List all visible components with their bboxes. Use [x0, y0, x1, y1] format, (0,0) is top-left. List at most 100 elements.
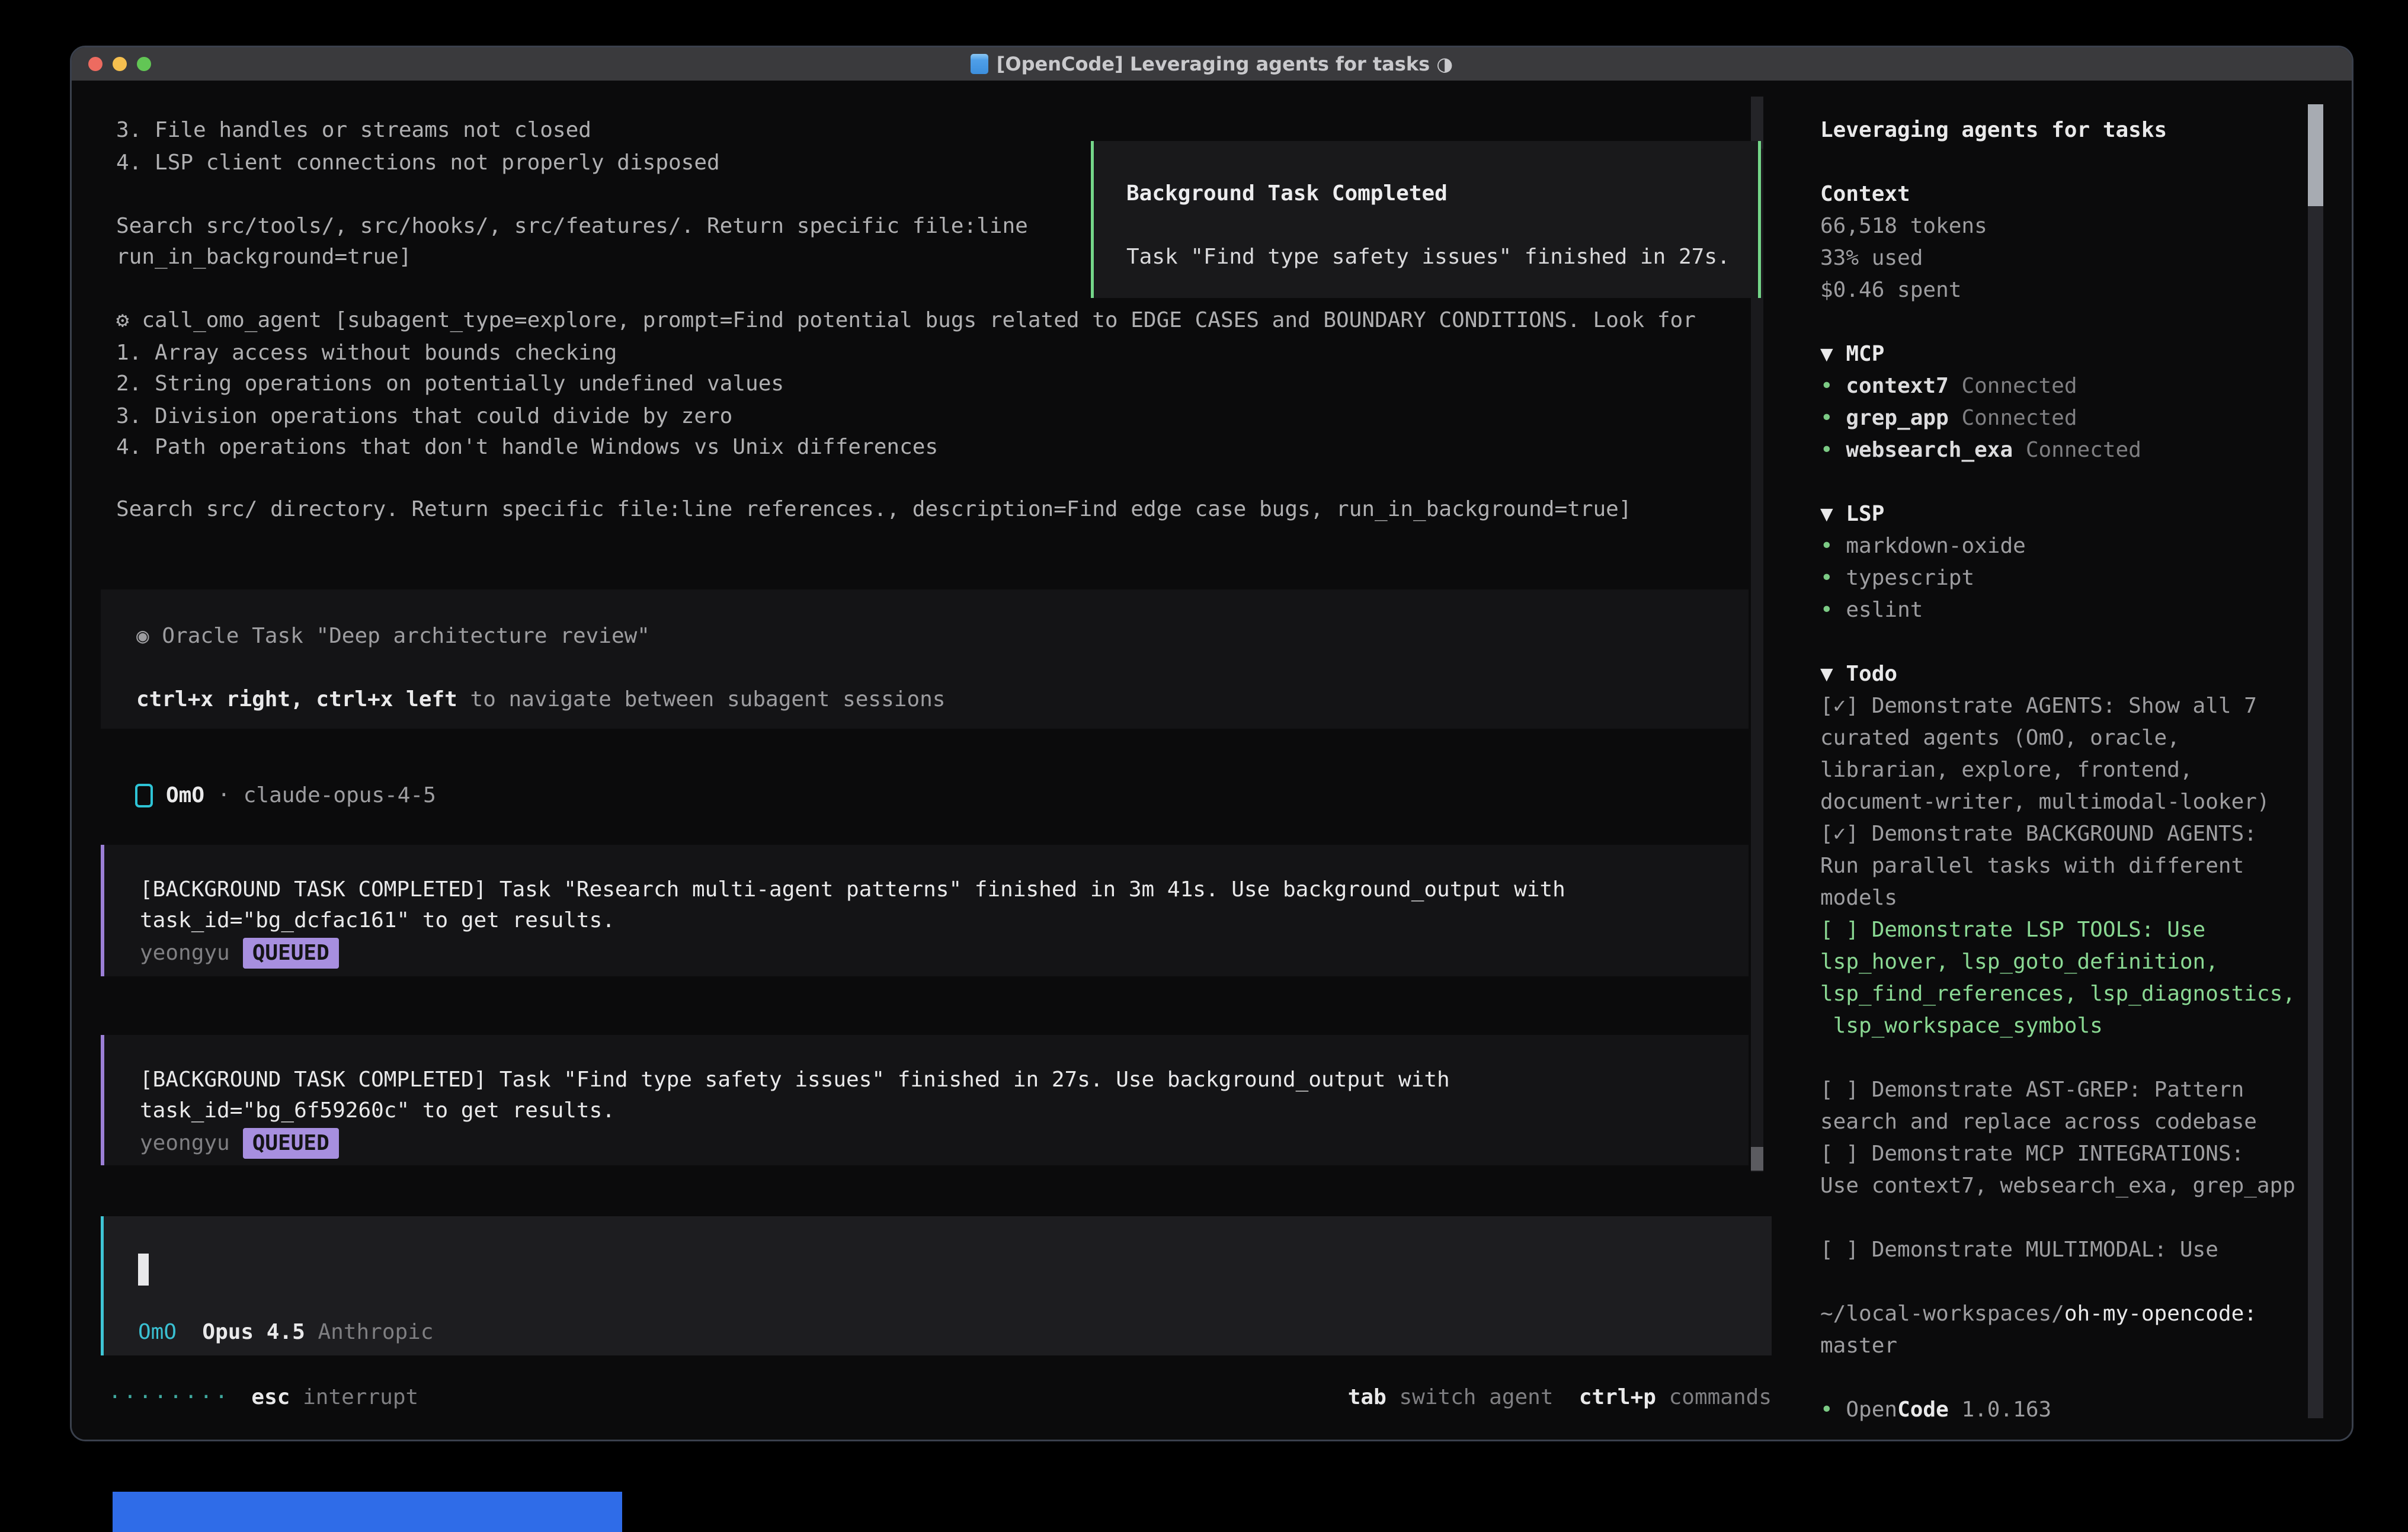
- tool-call-item: 3. Division operations that could divide…: [116, 400, 732, 432]
- opencode-window: [OpenCode] Leveraging agents for tasks ◑…: [70, 46, 2353, 1441]
- todo-line: librarian, explore, frontend,: [1820, 754, 2318, 786]
- lsp-item: • eslint: [1820, 594, 2318, 626]
- task-line: [BACKGROUND TASK COMPLETED] Task "Resear…: [140, 874, 1565, 906]
- lsp-item: • markdown-oxide: [1820, 530, 2318, 562]
- context-used: 33% used: [1820, 242, 2318, 274]
- record-icon: ◉: [136, 624, 149, 648]
- log-line: 4. LSP client connections not properly d…: [116, 147, 720, 179]
- title-bar[interactable]: [OpenCode] Leveraging agents for tasks ◑: [72, 47, 2352, 81]
- context-heading: Context: [1820, 178, 2318, 210]
- agent-checkbox-icon: [135, 784, 153, 807]
- input-model-name: Opus 4.5: [202, 1320, 305, 1344]
- tool-call-item: 1. Array access without bounds checking: [116, 337, 617, 369]
- status-badge: QUEUED: [243, 938, 339, 969]
- todo-line: Run parallel tasks with different: [1820, 850, 2318, 882]
- mcp-item: • grep_app Connected: [1820, 402, 2318, 434]
- notification-body: Task "Find type safety issues" finished …: [1126, 241, 1730, 273]
- chat-log-pane: 3. File handles or streams not closed 4.…: [72, 81, 1772, 1440]
- status-dot-icon: •: [1820, 534, 1833, 558]
- status-dot-icon: •: [1820, 438, 1833, 462]
- task-line: [BACKGROUND TASK COMPLETED] Task "Find t…: [140, 1064, 1450, 1096]
- terminal-content: 3. File handles or streams not closed 4.…: [72, 81, 2352, 1440]
- todo-line: [ ] Demonstrate MCP INTEGRATIONS:: [1820, 1138, 2318, 1170]
- tool-call-tail: Search src/ directory. Return specific f…: [116, 493, 1632, 525]
- todo-line-active: lsp_workspace_symbols: [1820, 1010, 2318, 1042]
- app-name-bold: Code: [1897, 1398, 1949, 1422]
- todo-line: document-writer, multimodal-looker): [1820, 786, 2318, 818]
- folder-icon: [971, 54, 988, 74]
- agent-name: OmO: [166, 780, 204, 812]
- tab-key: tab: [1348, 1382, 1386, 1414]
- log-line: Search src/tools/, src/hooks/, src/featu…: [116, 210, 1028, 242]
- close-button[interactable]: [88, 57, 103, 71]
- scrollbar-thumb[interactable]: [1751, 1147, 1763, 1171]
- status-dot-icon: •: [1820, 1398, 1833, 1422]
- app-version: 1.0.163: [1949, 1398, 2051, 1422]
- tool-call-line: ⚙ call_omo_agent [subagent_type=explore,…: [116, 305, 1696, 336]
- todo-line: [ ] Demonstrate AST-GREP: Pattern: [1820, 1074, 2318, 1106]
- context-spent: $0.46 spent: [1820, 274, 2318, 306]
- agent-header: OmO · claude-opus-4-5: [135, 780, 436, 812]
- text-cursor: [138, 1254, 149, 1286]
- todo-line: models: [1820, 882, 2318, 914]
- chevron-down-icon: ▼: [1820, 342, 1833, 366]
- mcp-section-header[interactable]: ▼ MCP: [1820, 338, 2318, 370]
- tab-label: switch agent: [1386, 1382, 1554, 1414]
- context-tokens: 66,518 tokens: [1820, 210, 2318, 242]
- task-line: task_id="bg_dcfac161" to get results.: [140, 905, 615, 937]
- todo-section-header[interactable]: ▼ Todo: [1820, 658, 2318, 690]
- minimize-button[interactable]: [113, 57, 127, 71]
- status-dot-icon: •: [1820, 406, 1833, 430]
- input-model-row: OmO Opus 4.5 Anthropic: [138, 1316, 434, 1348]
- esc-key: esc: [251, 1382, 290, 1414]
- lsp-section-header[interactable]: ▼ LSP: [1820, 498, 2318, 530]
- agent-model: claude-opus-4-5: [244, 780, 436, 812]
- window-title: [OpenCode] Leveraging agents for tasks ◑: [997, 53, 1453, 75]
- todo-line-active: lsp_hover, lsp_goto_definition,: [1820, 946, 2318, 978]
- log-line: 3. File handles or streams not closed: [116, 114, 591, 146]
- tool-call-item: 2. String operations on potentially unde…: [116, 368, 784, 400]
- session-sidebar: Leveraging agents for tasks Context 66,5…: [1820, 81, 2318, 1426]
- todo-line: [✓] Demonstrate BACKGROUND AGENTS:: [1820, 818, 2318, 850]
- oracle-task-label: ◉ Oracle Task "Deep architecture review": [136, 620, 650, 652]
- oracle-shortcut-hint: ctrl+x right, ctrl+x left to navigate be…: [136, 684, 945, 716]
- todo-line-active: [ ] Demonstrate LSP TOOLS: Use: [1820, 914, 2318, 946]
- dock-strip: [113, 1492, 622, 1532]
- ctrlp-key: ctrl+p: [1554, 1382, 1656, 1414]
- todo-line: search and replace across codebase: [1820, 1106, 2318, 1138]
- notification-title: Background Task Completed: [1126, 178, 1448, 210]
- status-badge: QUEUED: [243, 1128, 339, 1159]
- input-agent-name: OmO: [138, 1320, 177, 1344]
- task-block: [BACKGROUND TASK COMPLETED] Task "Find t…: [101, 1035, 1749, 1165]
- shortcut-hint-text: to navigate between subagent sessions: [457, 687, 946, 711]
- spinner-dots-icon: ········: [108, 1382, 230, 1414]
- separator-dot: ·: [217, 780, 230, 812]
- task-line: task_id="bg_6f59260c" to get results.: [140, 1095, 615, 1127]
- todo-line-active: lsp_find_references, lsp_diagnostics,: [1820, 978, 2318, 1010]
- zoom-button[interactable]: [137, 57, 151, 71]
- sidebar-scrollbar-thumb[interactable]: [2308, 104, 2323, 206]
- version-row: • OpenCode 1.0.163: [1820, 1394, 2318, 1426]
- shortcut-keys: ctrl+x right, ctrl+x left: [136, 687, 457, 711]
- task-meta: yeongyu QUEUED: [140, 1127, 339, 1159]
- task-block: [BACKGROUND TASK COMPLETED] Task "Resear…: [101, 845, 1749, 976]
- todo-line: [✓] Demonstrate AGENTS: Show all 7: [1820, 690, 2318, 722]
- workspace-repo: oh-my-opencode:: [2064, 1302, 2257, 1326]
- task-meta: yeongyu QUEUED: [140, 937, 339, 969]
- task-author: yeongyu: [140, 1131, 230, 1155]
- workspace-path: ~/local-workspaces/oh-my-opencode:: [1820, 1298, 2318, 1330]
- app-name-prefix: Open: [1846, 1398, 1897, 1422]
- log-line: run_in_background=true]: [116, 241, 412, 273]
- traffic-lights: [88, 57, 151, 71]
- sidebar-scrollbar[interactable]: [2308, 104, 2323, 1418]
- esc-label: interrupt: [290, 1382, 418, 1414]
- todo-line: curated agents (OmO, oracle,: [1820, 722, 2318, 754]
- chevron-down-icon: ▼: [1820, 662, 1833, 686]
- tool-call-item: 4. Path operations that don't handle Win…: [116, 431, 938, 463]
- gear-icon: ⚙: [116, 308, 129, 332]
- input-provider: Anthropic: [318, 1320, 433, 1344]
- todo-line: [ ] Demonstrate MULTIMODAL: Use: [1820, 1234, 2318, 1266]
- mcp-item: • context7 Connected: [1820, 370, 2318, 402]
- task-author: yeongyu: [140, 941, 230, 965]
- prompt-input[interactable]: OmO Opus 4.5 Anthropic: [101, 1216, 1772, 1355]
